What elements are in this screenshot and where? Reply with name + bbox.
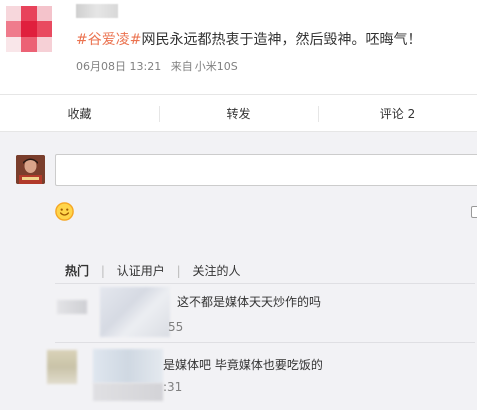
- post-content: #谷爱凌#网民永远都热衷于造神，然后毁神。呸晦气！: [76, 31, 421, 49]
- comment-label: 评论 2: [379, 106, 416, 121]
- comment-text: 这不都是媒体天天炒作的吗: [177, 295, 322, 309]
- checkbox-icon[interactable]: [471, 206, 477, 218]
- hashtag-link[interactable]: #谷爱凌#: [76, 32, 141, 48]
- commenter-avatar-blurred[interactable]: [57, 300, 87, 314]
- comment-input[interactable]: [55, 154, 477, 186]
- post-device: 小米10S: [194, 60, 238, 73]
- comment-list: 热门 | 认证用户 | 关注的人 这不都是媒体天天炒作的吗 55 是媒体吧 毕竟…: [47, 241, 477, 410]
- current-user-avatar[interactable]: [16, 155, 45, 184]
- post-action-bar: 收藏 转发 评论 2: [0, 94, 477, 132]
- comment-text: 是媒体吧 毕竟媒体也要吃饭的: [163, 358, 323, 372]
- post-source-prefix: 来自: [170, 60, 193, 73]
- favorite-label: 收藏: [67, 106, 92, 121]
- repost-label: 转发: [226, 106, 251, 121]
- comment-item: 是媒体吧 毕竟媒体也要吃饭的 :31: [47, 343, 477, 410]
- comment-button[interactable]: 评论 2: [318, 95, 477, 131]
- comment-time[interactable]: :31: [163, 380, 182, 394]
- tab-hot[interactable]: 热门: [65, 262, 89, 279]
- repost-button[interactable]: 转发: [159, 95, 318, 131]
- post-meta: 06月08日 13:21 来自 小米10S: [76, 58, 244, 74]
- author-name-blurred[interactable]: [76, 4, 118, 18]
- post-date[interactable]: 06月08日 13:21: [76, 60, 161, 73]
- post-body: 网民永远都热衷于造神，然后毁神。呸晦气！: [141, 32, 422, 48]
- comment-panel: 热门 | 认证用户 | 关注的人 这不都是媒体天天炒作的吗 55 是媒体吧 毕竟…: [0, 132, 477, 410]
- author-avatar[interactable]: [6, 6, 52, 52]
- weibo-post: #谷爱凌#网民永远都热衷于造神，然后毁神。呸晦气！ 06月08日 13:21 来…: [0, 0, 477, 94]
- tab-following[interactable]: 关注的人: [192, 262, 240, 279]
- commenter-avatar-blurred[interactable]: [47, 350, 77, 384]
- comment-meta-blurred: [93, 383, 163, 401]
- comment-filter-tabs: 热门 | 认证用户 | 关注的人: [65, 262, 241, 279]
- smiley-icon[interactable]: [55, 202, 74, 221]
- comment-time[interactable]: 55: [168, 320, 183, 334]
- favorite-button[interactable]: 收藏: [0, 95, 159, 131]
- comment-item: 这不都是媒体天天炒作的吗 55: [55, 283, 477, 343]
- tab-verified[interactable]: 认证用户: [117, 262, 165, 279]
- commenter-name-blurred[interactable]: [93, 349, 163, 383]
- commenter-name-blurred[interactable]: [100, 287, 170, 337]
